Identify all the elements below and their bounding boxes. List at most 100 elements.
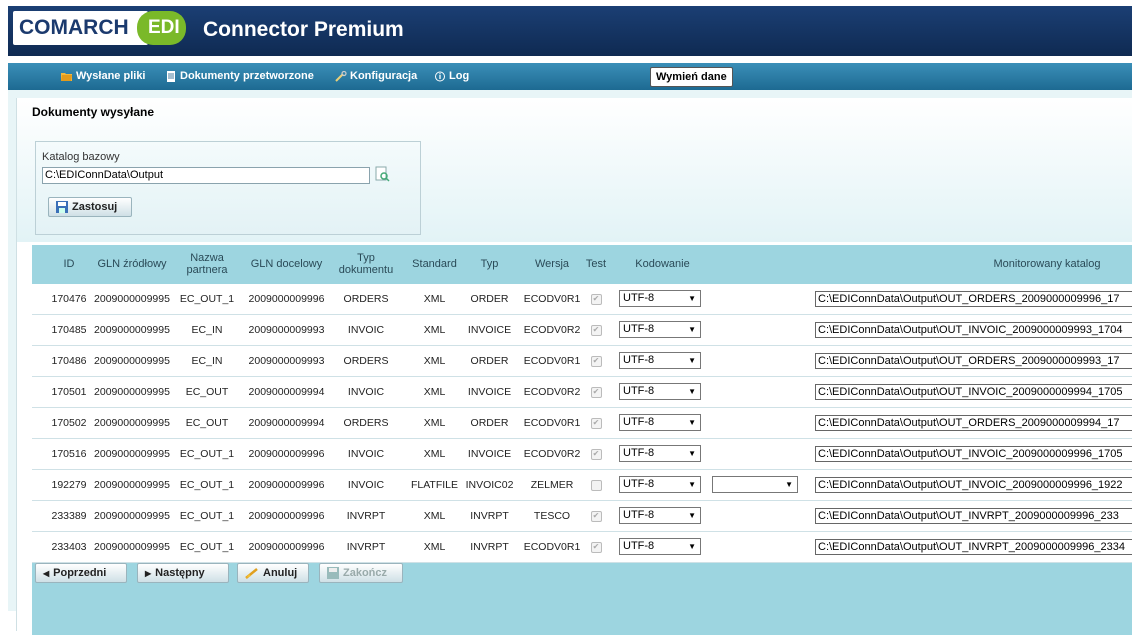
cell-test: ✔ <box>587 377 605 407</box>
test-checkbox[interactable]: ✔ <box>590 324 602 336</box>
info-icon <box>435 71 445 81</box>
nav-item-log[interactable]: Log <box>434 70 469 82</box>
monitored-folder-input[interactable]: C:\EDIConnData\Output\OUT_ORDERS_2009000… <box>815 415 1132 431</box>
col-type[interactable]: Typ <box>467 245 512 283</box>
encoding-select[interactable]: UTF-8 ▼ <box>619 383 701 400</box>
cancel-button[interactable]: Anuluj <box>237 563 309 583</box>
cell-partner-name: EC_IN <box>191 355 223 367</box>
next-icon: ▶ <box>145 568 152 578</box>
cell-gln-destination: 2009000009994 <box>248 417 325 429</box>
col-document-type[interactable]: Typ dokumentu <box>332 245 400 283</box>
col-test[interactable]: Test <box>582 245 610 283</box>
apply-button[interactable]: Zastosuj <box>48 197 132 217</box>
exchange-data-button[interactable]: Wymień dane <box>650 67 733 87</box>
monitored-folder-input[interactable]: C:\EDIConnData\Output\OUT_ORDERS_2009000… <box>815 353 1132 369</box>
cell-standard: FLATFILE <box>410 479 459 491</box>
encoding-value: UTF-8 <box>623 292 655 304</box>
cell-id: 233389 <box>51 510 87 522</box>
test-checkbox[interactable]: ✔ <box>590 293 602 305</box>
table-row[interactable]: 233389 2009000009995 EC_OUT_1 2009000009996… <box>32 501 1132 532</box>
cell-gln-source: 2009000009995 <box>94 510 170 522</box>
col-standard[interactable]: Standard <box>407 245 462 283</box>
cell-version: ECODV0R1 <box>523 417 581 429</box>
encoding-select[interactable]: UTF-8 ▼ <box>619 290 701 307</box>
cell-standard: XML <box>423 448 446 460</box>
browse-folder-icon[interactable] <box>374 166 390 183</box>
test-checkbox[interactable] <box>590 479 602 491</box>
col-gln-source[interactable]: GLN źródłowy <box>92 245 172 283</box>
test-checkbox[interactable]: ✔ <box>590 417 602 429</box>
cell-standard: XML <box>423 541 446 553</box>
table-row[interactable]: 170486 2009000009995 EC_IN 2009000009993 ORD… <box>32 346 1132 377</box>
table-row[interactable]: 233403 2009000009995 EC_OUT_1 2009000009996… <box>32 532 1132 563</box>
previous-button[interactable]: ◀ Poprzedni <box>35 563 127 583</box>
monitored-folder-input[interactable]: C:\EDIConnData\Output\OUT_INVOIC_2009000… <box>815 477 1132 493</box>
encoding-select[interactable]: UTF-8 ▼ <box>619 445 701 462</box>
cell-document-type: INVRPT <box>346 510 386 522</box>
monitored-folder-input[interactable]: C:\EDIConnData\Output\OUT_INVOIC_2009000… <box>815 322 1132 338</box>
cell-document-type: INVOIC <box>347 324 385 336</box>
finish-button[interactable]: Zakończ <box>319 563 403 583</box>
encoding-value: UTF-8 <box>623 385 655 397</box>
chevron-down-icon: ▼ <box>688 418 696 427</box>
cell-test <box>587 470 605 500</box>
test-checkbox[interactable]: ✔ <box>590 510 602 522</box>
cell-type: INVRPT <box>470 541 509 553</box>
encoding-select[interactable]: UTF-8 ▼ <box>619 476 701 493</box>
encoding-select[interactable]: UTF-8 ▼ <box>619 352 701 369</box>
chevron-down-icon: ▼ <box>688 294 696 303</box>
table-row[interactable]: 192279 2009000009995 EC_OUT_1 2009000009996… <box>32 470 1132 501</box>
monitored-folder-input[interactable]: C:\EDIConnData\Output\OUT_INVOIC_2009000… <box>815 446 1132 462</box>
table-row[interactable]: 170485 2009000009995 EC_IN 2009000009993 INV… <box>32 315 1132 346</box>
col-version[interactable]: Wersja <box>522 245 582 283</box>
col-monitored-folder[interactable]: Monitorowany katalog <box>932 245 1132 283</box>
cell-id: 170476 <box>51 293 87 305</box>
cell-gln-destination: 2009000009996 <box>248 293 325 305</box>
nav-label: Konfiguracja <box>350 70 418 82</box>
katalog-input[interactable]: C:\EDIConnData\Output <box>42 167 370 184</box>
chevron-down-icon: ▼ <box>785 480 793 489</box>
cell-gln-source: 2009000009995 <box>94 324 170 336</box>
cell-gln-destination: 2009000009996 <box>248 448 325 460</box>
encoding-select[interactable]: UTF-8 ▼ <box>619 507 701 524</box>
encoding-select[interactable]: UTF-8 ▼ <box>619 321 701 338</box>
table-row[interactable]: 170516 2009000009995 EC_OUT_1 2009000009996… <box>32 439 1132 470</box>
main-nav: Wysłane pliki Dokumenty przetworzone Kon… <box>8 63 1132 90</box>
col-id[interactable]: ID <box>54 245 84 283</box>
monitored-folder-input[interactable]: C:\EDIConnData\Output\OUT_INVRPT_2009000… <box>815 508 1132 524</box>
monitored-folder-input[interactable]: C:\EDIConnData\Output\OUT_INVOIC_2009000… <box>815 384 1132 400</box>
chevron-down-icon: ▼ <box>688 480 696 489</box>
cell-type: ORDER <box>470 417 509 429</box>
table-row[interactable]: 170502 2009000009995 EC_OUT 2009000009994 OR… <box>32 408 1132 439</box>
cell-test: ✔ <box>587 408 605 438</box>
test-checkbox[interactable]: ✔ <box>590 541 602 553</box>
test-checkbox[interactable]: ✔ <box>590 448 602 460</box>
monitored-folder-input[interactable]: C:\EDIConnData\Output\OUT_INVRPT_2009000… <box>815 539 1132 555</box>
monitored-folder-input[interactable]: C:\EDIConnData\Output\OUT_ORDERS_2009000… <box>815 291 1132 307</box>
cell-standard: XML <box>423 510 446 522</box>
nav-item-configuration[interactable]: Konfiguracja <box>335 70 417 82</box>
col-partner-name[interactable]: Nazwa partnera <box>177 245 237 283</box>
test-checkbox[interactable]: ✔ <box>590 386 602 398</box>
save-icon <box>56 201 68 213</box>
encoding-value: UTF-8 <box>623 509 655 521</box>
broom-icon <box>245 568 258 579</box>
nav-item-processed-documents[interactable]: Dokumenty przetworzone <box>165 70 314 82</box>
cell-id: 170502 <box>51 417 87 429</box>
extra-select[interactable]: ▼ <box>712 476 798 493</box>
next-button[interactable]: ▶ Następny <box>137 563 229 583</box>
cell-type: INVOICE <box>467 448 512 460</box>
nav-item-sent-files[interactable]: Wysłane pliki <box>61 70 146 82</box>
table-row[interactable]: 170501 2009000009995 EC_OUT 2009000009994 IN… <box>32 377 1132 408</box>
col-encoding[interactable]: Kodowanie <box>620 245 705 283</box>
table-row[interactable]: 170476 2009000009995 EC_OUT_1 2009000009996… <box>32 284 1132 315</box>
col-gln-destination[interactable]: GLN docelowy <box>244 245 329 283</box>
cell-type: ORDER <box>470 355 509 367</box>
encoding-value: UTF-8 <box>623 354 655 366</box>
test-checkbox[interactable]: ✔ <box>590 355 602 367</box>
encoding-select[interactable]: UTF-8 ▼ <box>619 538 701 555</box>
app-header: COMARCH EDI Connector Premium <box>8 6 1132 56</box>
encoding-value: UTF-8 <box>623 416 655 428</box>
comarch-logo: COMARCH <box>13 11 148 45</box>
encoding-select[interactable]: UTF-8 ▼ <box>619 414 701 431</box>
